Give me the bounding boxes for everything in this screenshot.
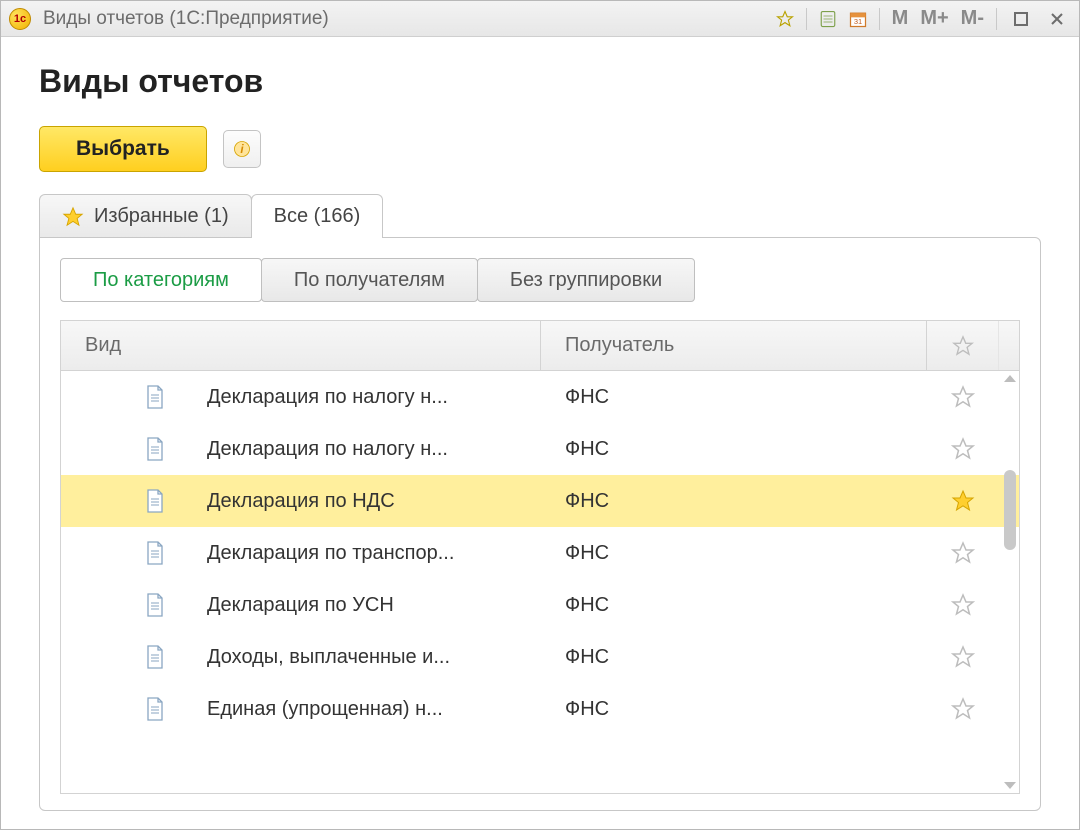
grid-header-recv[interactable]: Получатель: [541, 321, 927, 370]
content-area: Виды отчетов Выбрать i Избранные (1) Все…: [1, 37, 1079, 829]
row-recv-text: ФНС: [565, 646, 609, 668]
scroll-up-icon[interactable]: [1004, 375, 1016, 382]
titlebar: 1c Виды отчетов (1С:Предприятие) 31 M M+…: [1, 1, 1079, 37]
row-vid-text: Декларация по транспор...: [207, 542, 454, 565]
document-icon: [145, 645, 165, 669]
row-vid-text: Декларация по УСН: [207, 594, 394, 617]
row-favorite-toggle[interactable]: [927, 437, 999, 461]
favorites-titlebar-icon[interactable]: [774, 8, 796, 30]
tab-all[interactable]: Все (166): [251, 194, 384, 238]
maximize-button[interactable]: [1007, 8, 1035, 30]
document-icon: [145, 697, 165, 721]
row-vid-text: Декларация по налогу н...: [207, 386, 448, 409]
calendar-icon[interactable]: 31: [847, 8, 869, 30]
document-icon: [145, 593, 165, 617]
grid-header-vid[interactable]: Вид: [61, 321, 541, 370]
toolbar: Выбрать i: [39, 126, 1041, 172]
group-no-grouping-button[interactable]: Без группировки: [477, 258, 695, 302]
group-by-recipient-button[interactable]: По получателям: [261, 258, 478, 302]
grouping-buttons: По категориям По получателям Без группир…: [60, 258, 1020, 302]
row-favorite-toggle[interactable]: [927, 697, 999, 721]
row-favorite-toggle[interactable]: [927, 541, 999, 565]
table-row[interactable]: Декларация по НДС ФНС: [61, 475, 1019, 527]
row-recv-text: ФНС: [565, 438, 609, 460]
scroll-thumb[interactable]: [1004, 470, 1016, 550]
tab-favorites[interactable]: Избранные (1): [39, 194, 252, 238]
row-favorite-toggle[interactable]: [927, 385, 999, 409]
table-row[interactable]: Декларация по УСН ФНС: [61, 579, 1019, 631]
row-vid-text: Декларация по налогу н...: [207, 438, 448, 461]
row-vid-text: Доходы, выплаченные и...: [207, 646, 450, 669]
document-icon: [145, 489, 165, 513]
row-vid-text: Декларация по НДС: [207, 490, 395, 513]
row-recv-text: ФНС: [565, 490, 609, 512]
table-row[interactable]: Доходы, выплаченные и... ФНС: [61, 631, 1019, 683]
window-title: Виды отчетов (1С:Предприятие): [43, 8, 329, 30]
row-favorite-toggle[interactable]: [927, 645, 999, 669]
grid-header-fav[interactable]: [927, 321, 999, 370]
row-favorite-toggle[interactable]: [927, 593, 999, 617]
group-by-category-button[interactable]: По категориям: [60, 258, 262, 302]
tab-all-label: Все (166): [274, 205, 361, 228]
tab-favorites-label: Избранные (1): [94, 205, 229, 228]
table-row[interactable]: Декларация по налогу н... ФНС: [61, 423, 1019, 475]
document-icon: [145, 437, 165, 461]
scrollbar[interactable]: [1003, 371, 1017, 793]
tab-pane: По категориям По получателям Без группир…: [39, 237, 1041, 811]
calculator-icon[interactable]: [817, 8, 839, 30]
tabs: Избранные (1) Все (166): [39, 194, 1041, 238]
svg-text:31: 31: [853, 17, 861, 26]
memory-m-button[interactable]: M: [890, 7, 911, 30]
report-grid: Вид Получатель Декларация по налогу н...…: [60, 320, 1020, 794]
memory-mplus-button[interactable]: M+: [918, 7, 950, 30]
close-button[interactable]: [1043, 8, 1071, 30]
row-vid-text: Единая (упрощенная) н...: [207, 698, 443, 721]
scroll-down-icon[interactable]: [1004, 782, 1016, 789]
document-icon: [145, 541, 165, 565]
table-row[interactable]: Единая (упрощенная) н... ФНС: [61, 683, 1019, 735]
row-recv-text: ФНС: [565, 542, 609, 564]
document-icon: [145, 385, 165, 409]
info-button[interactable]: i: [223, 130, 261, 168]
grid-body: Декларация по налогу н...ФНСДекларация п…: [61, 371, 1019, 793]
titlebar-tools: 31 M M+ M-: [774, 7, 1071, 30]
row-recv-text: ФНС: [565, 698, 609, 720]
table-row[interactable]: Декларация по налогу н... ФНС: [61, 371, 1019, 423]
select-button[interactable]: Выбрать: [39, 126, 207, 172]
grid-header: Вид Получатель: [61, 321, 1019, 371]
table-row[interactable]: Декларация по транспор... ФНС: [61, 527, 1019, 579]
memory-mminus-button[interactable]: M-: [959, 7, 986, 30]
star-icon: [62, 206, 84, 228]
page-title: Виды отчетов: [39, 63, 1041, 100]
row-recv-text: ФНС: [565, 594, 609, 616]
row-recv-text: ФНС: [565, 386, 609, 408]
window: 1c Виды отчетов (1С:Предприятие) 31 M M+…: [0, 0, 1080, 830]
row-favorite-toggle[interactable]: [927, 489, 999, 513]
app-icon: 1c: [9, 8, 31, 30]
